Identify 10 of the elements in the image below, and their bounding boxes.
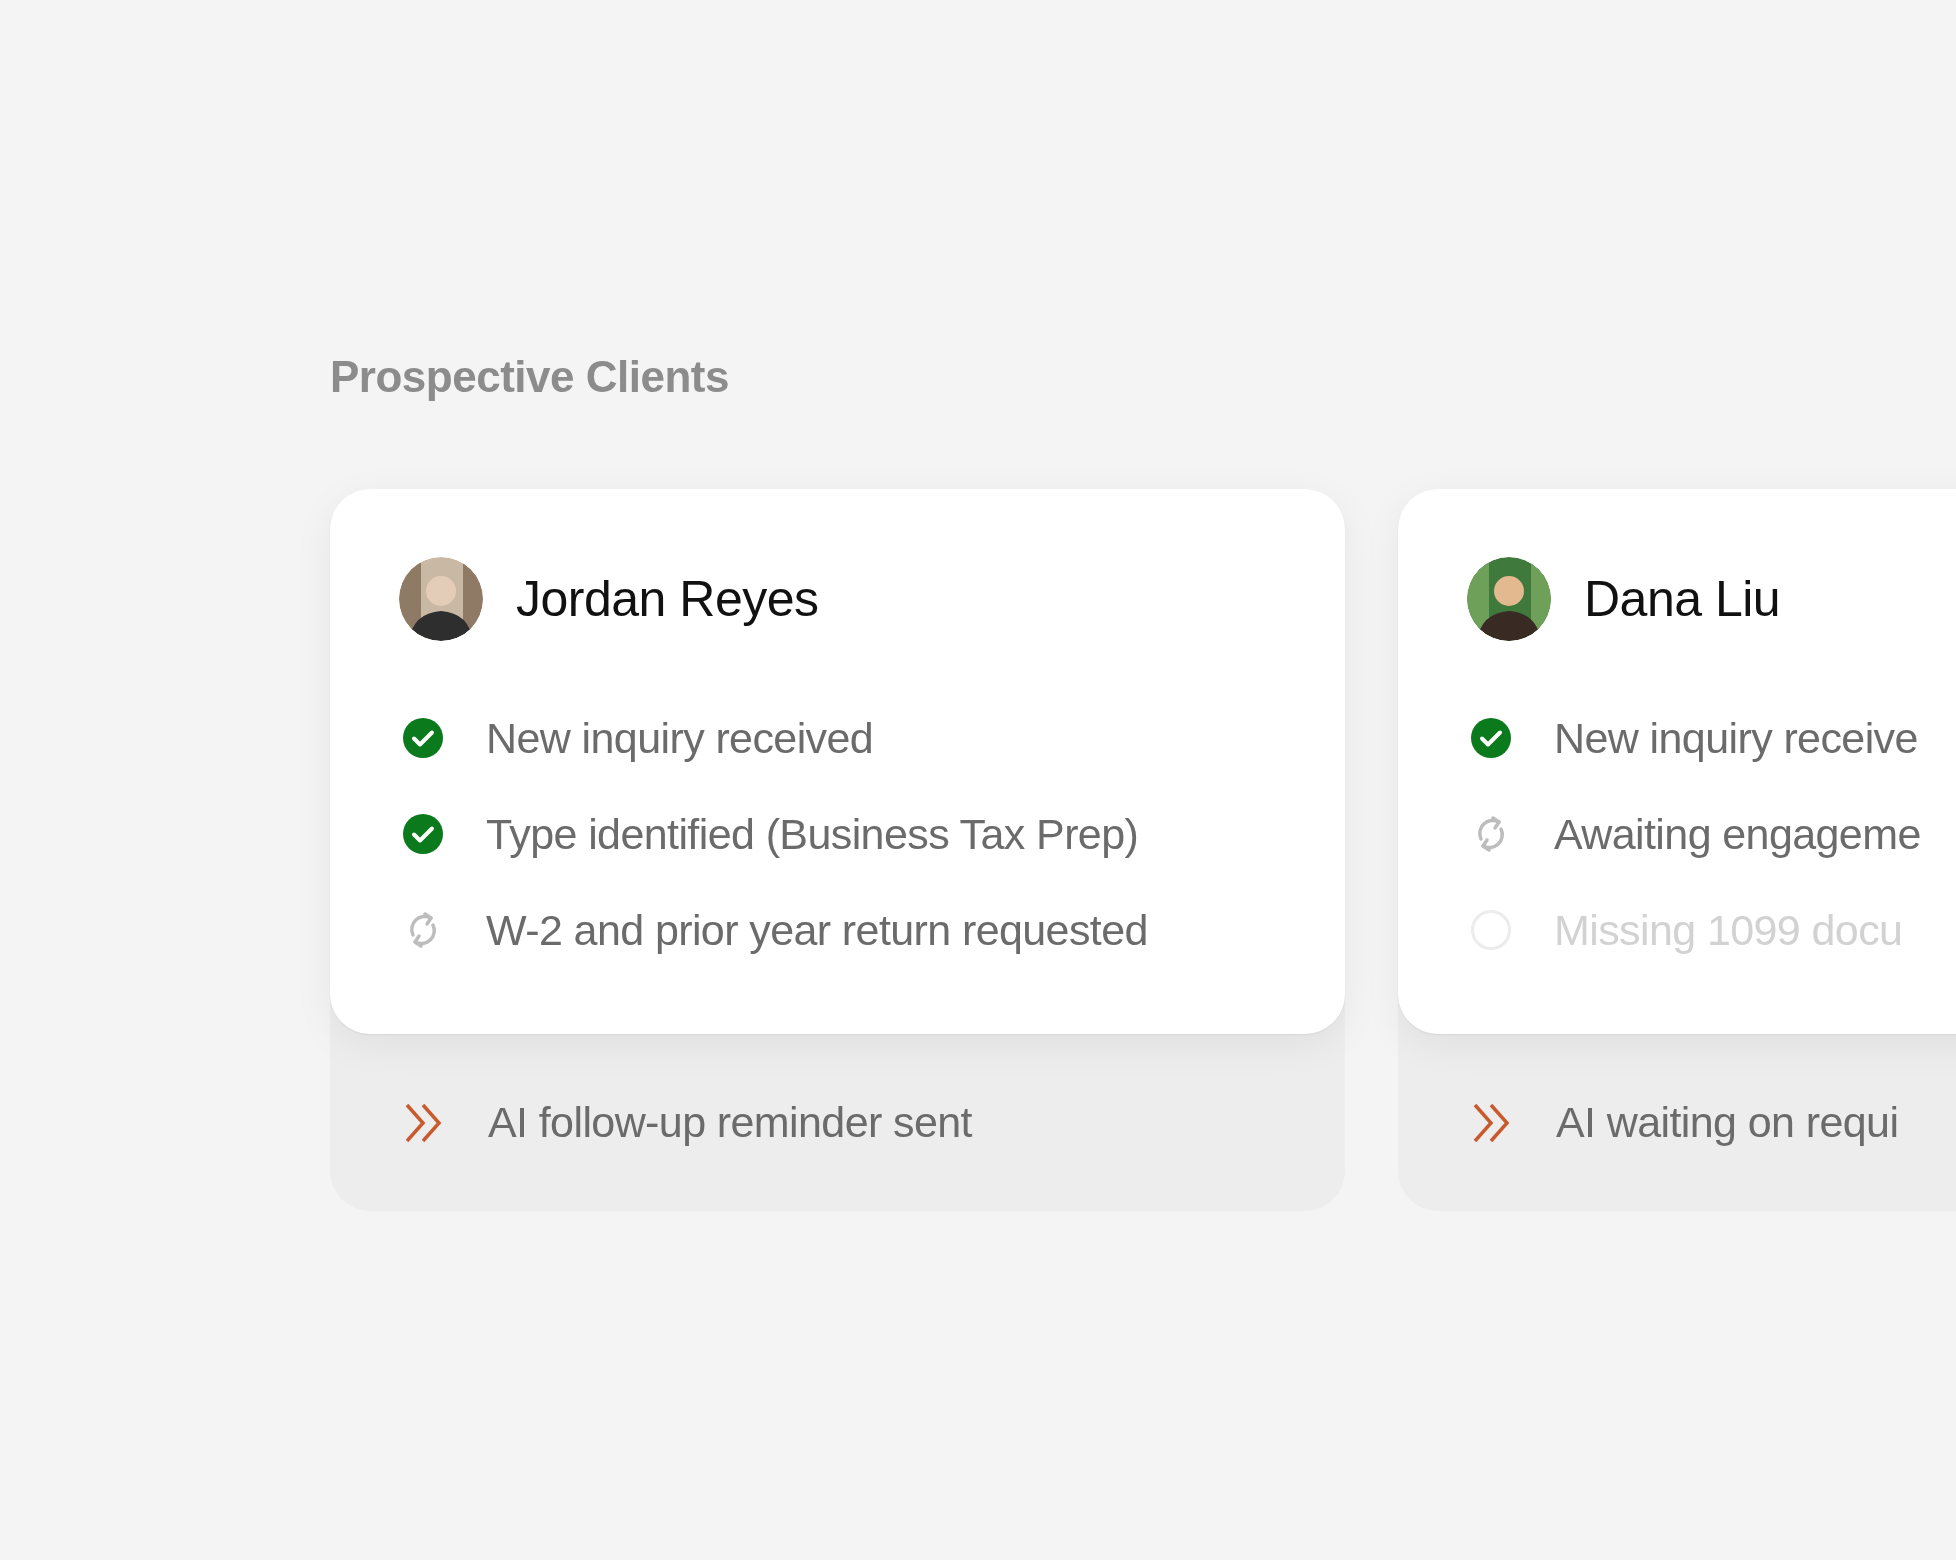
step-label: Awaiting engageme (1554, 809, 1921, 859)
step-label: New inquiry receive (1554, 713, 1918, 763)
client-name: Dana Liu (1584, 570, 1781, 628)
step-label: New inquiry received (486, 713, 874, 763)
footer-note: AI waiting on requi (1556, 1098, 1899, 1147)
section-title: Prospective Clients (330, 352, 730, 402)
step-label: Type identified (Business Tax Prep) (486, 809, 1139, 859)
step-label: W-2 and prior year return requested (486, 905, 1148, 955)
footer-note: AI follow-up reminder sent (488, 1098, 972, 1147)
client-name: Jordan Reyes (516, 570, 819, 628)
